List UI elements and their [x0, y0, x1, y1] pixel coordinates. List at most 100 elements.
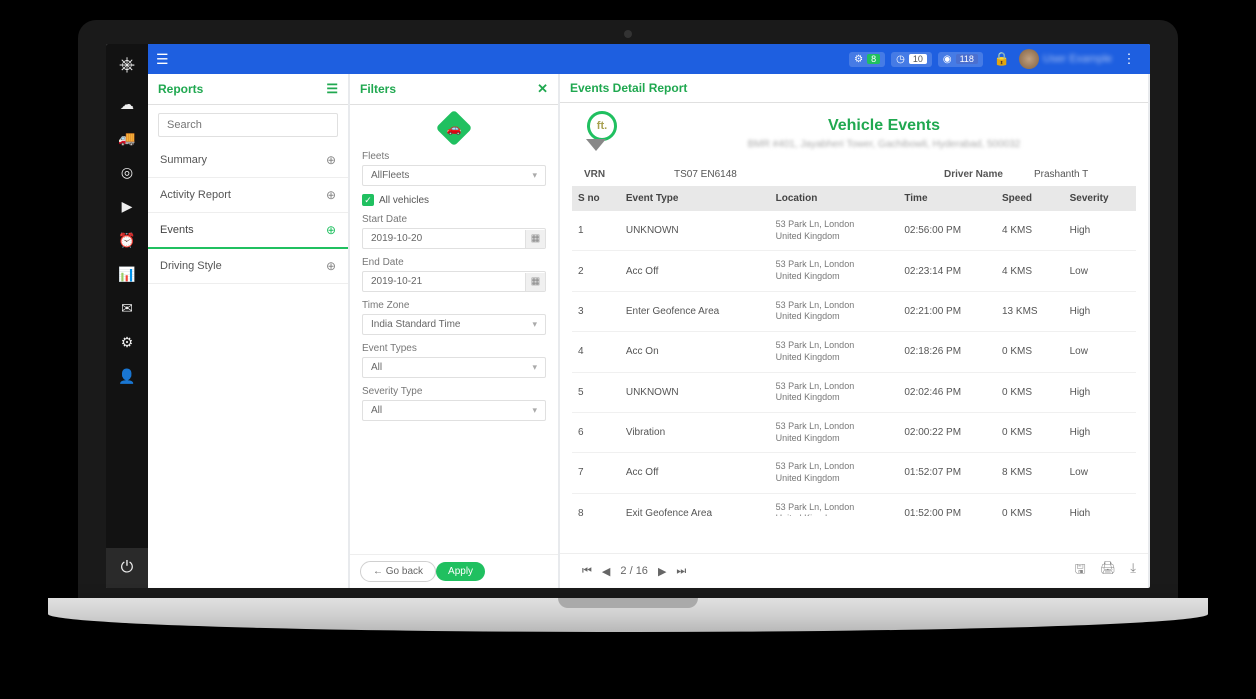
- sidebar-play[interactable]: ▶: [106, 189, 148, 223]
- report-item[interactable]: Summary⊕: [148, 143, 348, 178]
- print-icon[interactable]: 🖨: [1100, 560, 1117, 582]
- eye-icon: ◉: [943, 54, 952, 65]
- avatar[interactable]: [1019, 49, 1039, 69]
- report-item-label: Summary: [160, 154, 326, 166]
- checkbox-icon: ✓: [362, 194, 374, 206]
- chevron-right-icon: ⊕: [326, 259, 336, 273]
- chevron-down-icon: ▾: [532, 362, 537, 373]
- search-wrap: [158, 113, 338, 137]
- driver-value: Prashanth T: [1034, 169, 1124, 180]
- clock-icon: ◷: [896, 54, 905, 65]
- sidebar-alerts[interactable]: ⏰: [106, 223, 148, 257]
- report-item-label: Events: [160, 224, 326, 236]
- col-sno: S no: [572, 186, 620, 211]
- filters-title: Filters: [360, 82, 396, 96]
- app-logo-icon: ⎈: [119, 54, 135, 77]
- more-icon[interactable]: ⋮: [1116, 46, 1142, 72]
- pager-page: 2 / 16: [620, 565, 648, 577]
- start-date-label: Start Date: [362, 214, 546, 225]
- lock-icon[interactable]: 🔒: [989, 46, 1015, 72]
- table-row: 4Acc On53 Park Ln, LondonUnited Kingdom0…: [572, 332, 1136, 372]
- apply-button[interactable]: Apply: [436, 562, 485, 581]
- search-input[interactable]: [158, 113, 338, 137]
- col-severity: Severity: [1064, 186, 1136, 211]
- close-icon[interactable]: ✕: [537, 81, 548, 97]
- chevron-down-icon: ▾: [532, 319, 537, 330]
- all-vehicles-label: All vehicles: [379, 195, 429, 206]
- chevron-down-icon: ▾: [532, 170, 537, 181]
- sidebar-dashboard[interactable]: ☁: [106, 87, 148, 121]
- table-row: 5UNKNOWN53 Park Ln, LondonUnited Kingdom…: [572, 372, 1136, 412]
- badge-count: 118: [956, 54, 978, 64]
- report-subtitle: BMR #401, Jayabheri Tower, Gachibowli, H…: [640, 139, 1128, 150]
- sidebar-settings[interactable]: ⚙: [106, 325, 148, 359]
- calendar-icon[interactable]: ▦: [525, 273, 545, 291]
- timezone-label: Time Zone: [362, 300, 546, 311]
- topbar: ☰ ⚙ 8 ◷ 10 ◉ 118 🔒: [148, 44, 1150, 74]
- start-date-value: 2019-10-20: [371, 233, 521, 244]
- end-date-input[interactable]: 2019-10-21 ▦: [362, 271, 546, 292]
- detail-title: Events Detail Report: [570, 81, 687, 95]
- severity-value: All: [371, 405, 532, 416]
- col-location: Location: [770, 186, 899, 211]
- pager-prev-icon[interactable]: ◀: [602, 565, 610, 578]
- reports-panel: Reports ☰ Summary⊕Activity Report⊕Events…: [148, 74, 348, 588]
- menu-toggle-icon[interactable]: ☰: [156, 51, 169, 68]
- filters-panel: Filters ✕ 🚗 Fleets AllFleets ▾: [350, 74, 558, 588]
- pager-next-icon[interactable]: ▶: [658, 565, 666, 578]
- sidebar-fleet[interactable]: 🚚: [106, 121, 148, 155]
- report-logo-icon: ft.: [580, 111, 624, 155]
- severity-select[interactable]: All ▾: [362, 400, 546, 421]
- event-types-value: All: [371, 362, 532, 373]
- report-item[interactable]: Events⊕: [148, 213, 348, 249]
- sidebar-target[interactable]: ◎: [106, 155, 148, 189]
- sidebar-reports[interactable]: 📊: [106, 257, 148, 291]
- driver-label: Driver Name: [944, 169, 1034, 180]
- timezone-value: India Standard Time: [371, 319, 532, 330]
- report-title: Vehicle Events: [640, 117, 1128, 135]
- collapse-icon[interactable]: ☰: [326, 81, 338, 97]
- go-back-button[interactable]: ← Go back: [360, 561, 436, 582]
- timezone-select[interactable]: India Standard Time ▾: [362, 314, 546, 335]
- report-item[interactable]: Driving Style⊕: [148, 249, 348, 284]
- sidebar-mail[interactable]: ✉: [106, 291, 148, 325]
- nav-sidebar: ⎈ ☁ 🚚 ◎ ▶ ⏰ 📊 ✉ ⚙ 👤 ⏻: [106, 44, 148, 588]
- pager-first-icon[interactable]: ⏮: [582, 565, 592, 578]
- event-types-select[interactable]: All ▾: [362, 357, 546, 378]
- badge-idle[interactable]: ◷ 10: [891, 52, 932, 67]
- fleets-value: AllFleets: [371, 170, 532, 181]
- badge-total[interactable]: ◉ 118: [938, 52, 983, 67]
- all-vehicles-checkbox[interactable]: ✓ All vehicles: [362, 194, 546, 206]
- username-label: User Example: [1043, 53, 1112, 65]
- download-icon[interactable]: ⤓: [1130, 560, 1136, 582]
- pager: ⏮ ◀ 2 / 16 ▶ ⏭: [582, 565, 686, 578]
- vrn-label: VRN: [584, 169, 674, 180]
- table-row: 8Exit Geofence Area53 Park Ln, LondonUni…: [572, 493, 1136, 516]
- fleets-select[interactable]: AllFleets ▾: [362, 165, 546, 186]
- chevron-right-icon: ⊕: [326, 188, 336, 202]
- report-item[interactable]: Activity Report⊕: [148, 178, 348, 213]
- chevron-right-icon: ⊕: [326, 223, 336, 237]
- end-date-value: 2019-10-21: [371, 276, 521, 287]
- reports-title: Reports: [158, 82, 203, 96]
- pager-last-icon[interactable]: ⏭: [676, 565, 686, 578]
- gear-icon: ⚙: [854, 54, 863, 65]
- col-event-type: Event Type: [620, 186, 770, 211]
- calendar-icon[interactable]: ▦: [525, 230, 545, 248]
- table-row: 1UNKNOWN53 Park Ln, LondonUnited Kingdom…: [572, 211, 1136, 251]
- sidebar-user[interactable]: 👤: [106, 359, 148, 393]
- table-row: 7Acc Off53 Park Ln, LondonUnited Kingdom…: [572, 453, 1136, 493]
- table-row: 6Vibration53 Park Ln, LondonUnited Kingd…: [572, 412, 1136, 452]
- severity-label: Severity Type: [362, 386, 546, 397]
- col-speed: Speed: [996, 186, 1064, 211]
- chevron-right-icon: ⊕: [326, 153, 336, 167]
- end-date-label: End Date: [362, 257, 546, 268]
- start-date-input[interactable]: 2019-10-20 ▦: [362, 228, 546, 249]
- event-types-label: Event Types: [362, 343, 546, 354]
- detail-panel: Events Detail Report ft. Vehicle Events: [560, 74, 1148, 588]
- table-row: 3Enter Geofence Area53 Park Ln, LondonUn…: [572, 291, 1136, 331]
- save-icon[interactable]: 🖫: [1075, 560, 1086, 582]
- badge-running[interactable]: ⚙ 8: [849, 52, 885, 67]
- events-table: S no Event Type Location Time Speed Seve…: [572, 186, 1136, 516]
- sidebar-power-button[interactable]: ⏻: [106, 548, 148, 588]
